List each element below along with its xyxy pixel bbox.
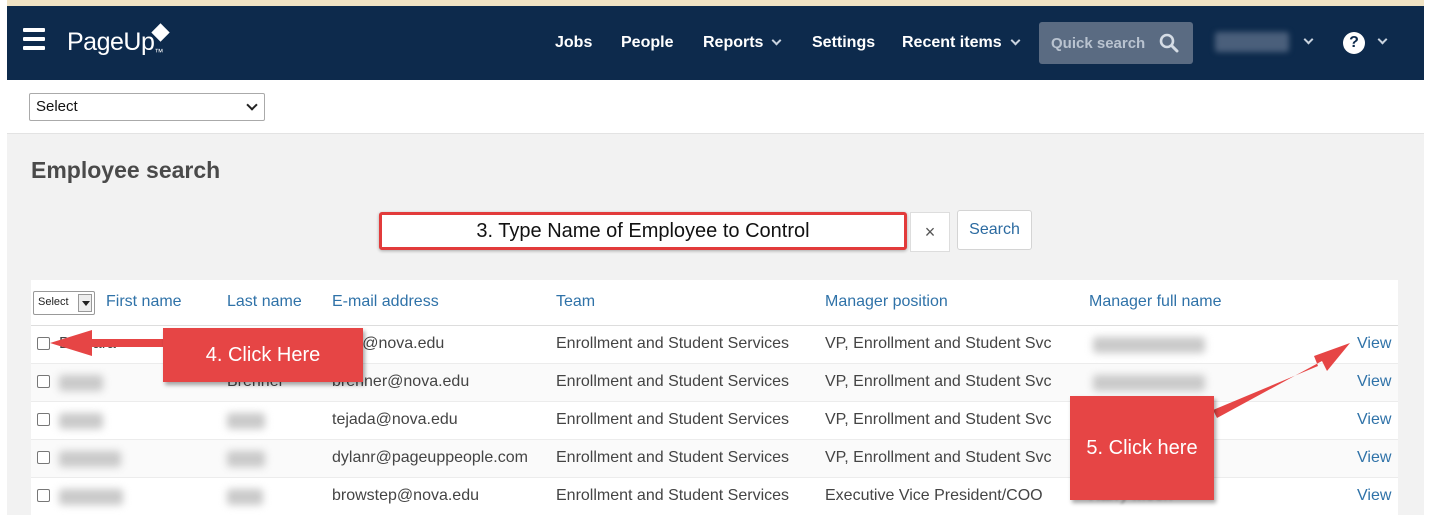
cell-first-name-blurred (59, 451, 121, 467)
view-select-value: Select (36, 98, 78, 115)
search-icon[interactable] (1159, 33, 1179, 53)
view-link[interactable]: View (1357, 449, 1391, 467)
view-select[interactable]: Select (29, 93, 265, 121)
dropdown-arrow-icon (78, 294, 92, 312)
row-checkbox[interactable] (37, 337, 50, 350)
cell-manager-position: VP, Enrollment and Student Svc (825, 449, 1052, 466)
cell-team: Enrollment and Student Services (556, 411, 790, 428)
help-icon[interactable]: ? (1343, 32, 1365, 54)
filter-bar: Select (7, 80, 1424, 134)
view-link[interactable]: View (1357, 411, 1391, 429)
nav-settings-label: Settings (812, 34, 876, 51)
logo-trademark: ™ (154, 47, 163, 57)
chevron-down-icon (772, 35, 782, 46)
top-navigation-bar: PageUp™ Jobs People Reports Settings Rec… (7, 6, 1424, 80)
cell-last-name-blurred (227, 489, 263, 505)
cell-team: Enrollment and Student Services (556, 335, 790, 352)
employee-search-input[interactable]: 3. Type Name of Employee to Control (379, 212, 907, 250)
cell-first-name: Barbara (59, 335, 116, 352)
nav-jobs-label: Jobs (555, 34, 593, 51)
row-checkbox[interactable] (37, 375, 50, 388)
pageup-logo[interactable]: PageUp™ (67, 28, 163, 57)
cell-manager-position: VP, Enrollment and Student Svc (825, 411, 1052, 428)
nav-settings[interactable]: Settings (812, 34, 875, 52)
nav-recent-items[interactable]: Recent items (902, 34, 1021, 52)
cell-email: tejada@nova.edu (332, 411, 458, 428)
column-manager-position[interactable]: Manager position (825, 293, 948, 311)
cell-manager-name-blurred (1093, 337, 1205, 353)
cell-email: dylanr@pageuppeople.com (332, 449, 528, 466)
chevron-down-icon (1010, 35, 1021, 46)
cell-first-name-blurred (59, 413, 103, 429)
cell-email: browstep@nova.edu (332, 487, 479, 504)
cell-manager-name-blurred (1093, 375, 1205, 391)
view-link[interactable]: View (1357, 373, 1391, 391)
nav-reports[interactable]: Reports (703, 34, 782, 52)
column-email[interactable]: E-mail address (332, 293, 439, 311)
clear-search-button[interactable]: × (910, 212, 950, 252)
callout-step-4: 4. Click Here (163, 328, 363, 382)
table-header: Select First name Last name E-mail addre… (31, 280, 1398, 326)
nav-people[interactable]: People (621, 34, 673, 52)
user-name-blurred[interactable] (1215, 32, 1289, 52)
chevron-down-icon (246, 99, 258, 111)
quick-search-placeholder: Quick search (1051, 35, 1146, 52)
logo-text: PageUp (67, 28, 155, 56)
row-checkbox[interactable] (37, 489, 50, 502)
nav-jobs[interactable]: Jobs (555, 34, 592, 52)
cell-first-name-blurred (59, 375, 103, 391)
cell-last-name-blurred (227, 451, 265, 467)
bulk-select-dropdown[interactable]: Select (33, 291, 95, 315)
row-checkbox[interactable] (37, 413, 50, 426)
cell-team: Enrollment and Student Services (556, 373, 790, 390)
cell-team: Enrollment and Student Services (556, 487, 790, 504)
nav-reports-label: Reports (703, 34, 764, 51)
nav-people-label: People (621, 34, 674, 51)
row-checkbox[interactable] (37, 451, 50, 464)
view-link[interactable]: View (1357, 335, 1391, 353)
column-manager-full-name[interactable]: Manager full name (1089, 293, 1222, 311)
user-menu-chevron-down-icon[interactable] (1303, 34, 1314, 45)
bulk-select-value: Select (38, 296, 69, 308)
column-last-name[interactable]: Last name (227, 293, 302, 311)
cell-team: Enrollment and Student Services (556, 449, 790, 466)
callout-step-5: 5. Click here (1070, 396, 1214, 500)
column-first-name[interactable]: First name (106, 293, 182, 311)
hamburger-menu-icon[interactable] (23, 28, 45, 52)
nav-recent-items-label: Recent items (902, 34, 1002, 51)
column-team[interactable]: Team (556, 293, 595, 311)
cell-manager-position: Executive Vice President/COO (825, 487, 1043, 504)
view-link[interactable]: View (1357, 487, 1391, 505)
search-button[interactable]: Search (957, 210, 1032, 250)
cell-first-name-blurred (59, 489, 123, 505)
help-chevron-down-icon[interactable] (1377, 34, 1388, 45)
cell-manager-position: VP, Enrollment and Student Svc (825, 335, 1052, 352)
quick-search-box[interactable]: Quick search (1039, 22, 1193, 64)
page-title: Employee search (31, 157, 221, 183)
cell-last-name-blurred (227, 413, 265, 429)
cell-manager-position: VP, Enrollment and Student Svc (825, 373, 1052, 390)
